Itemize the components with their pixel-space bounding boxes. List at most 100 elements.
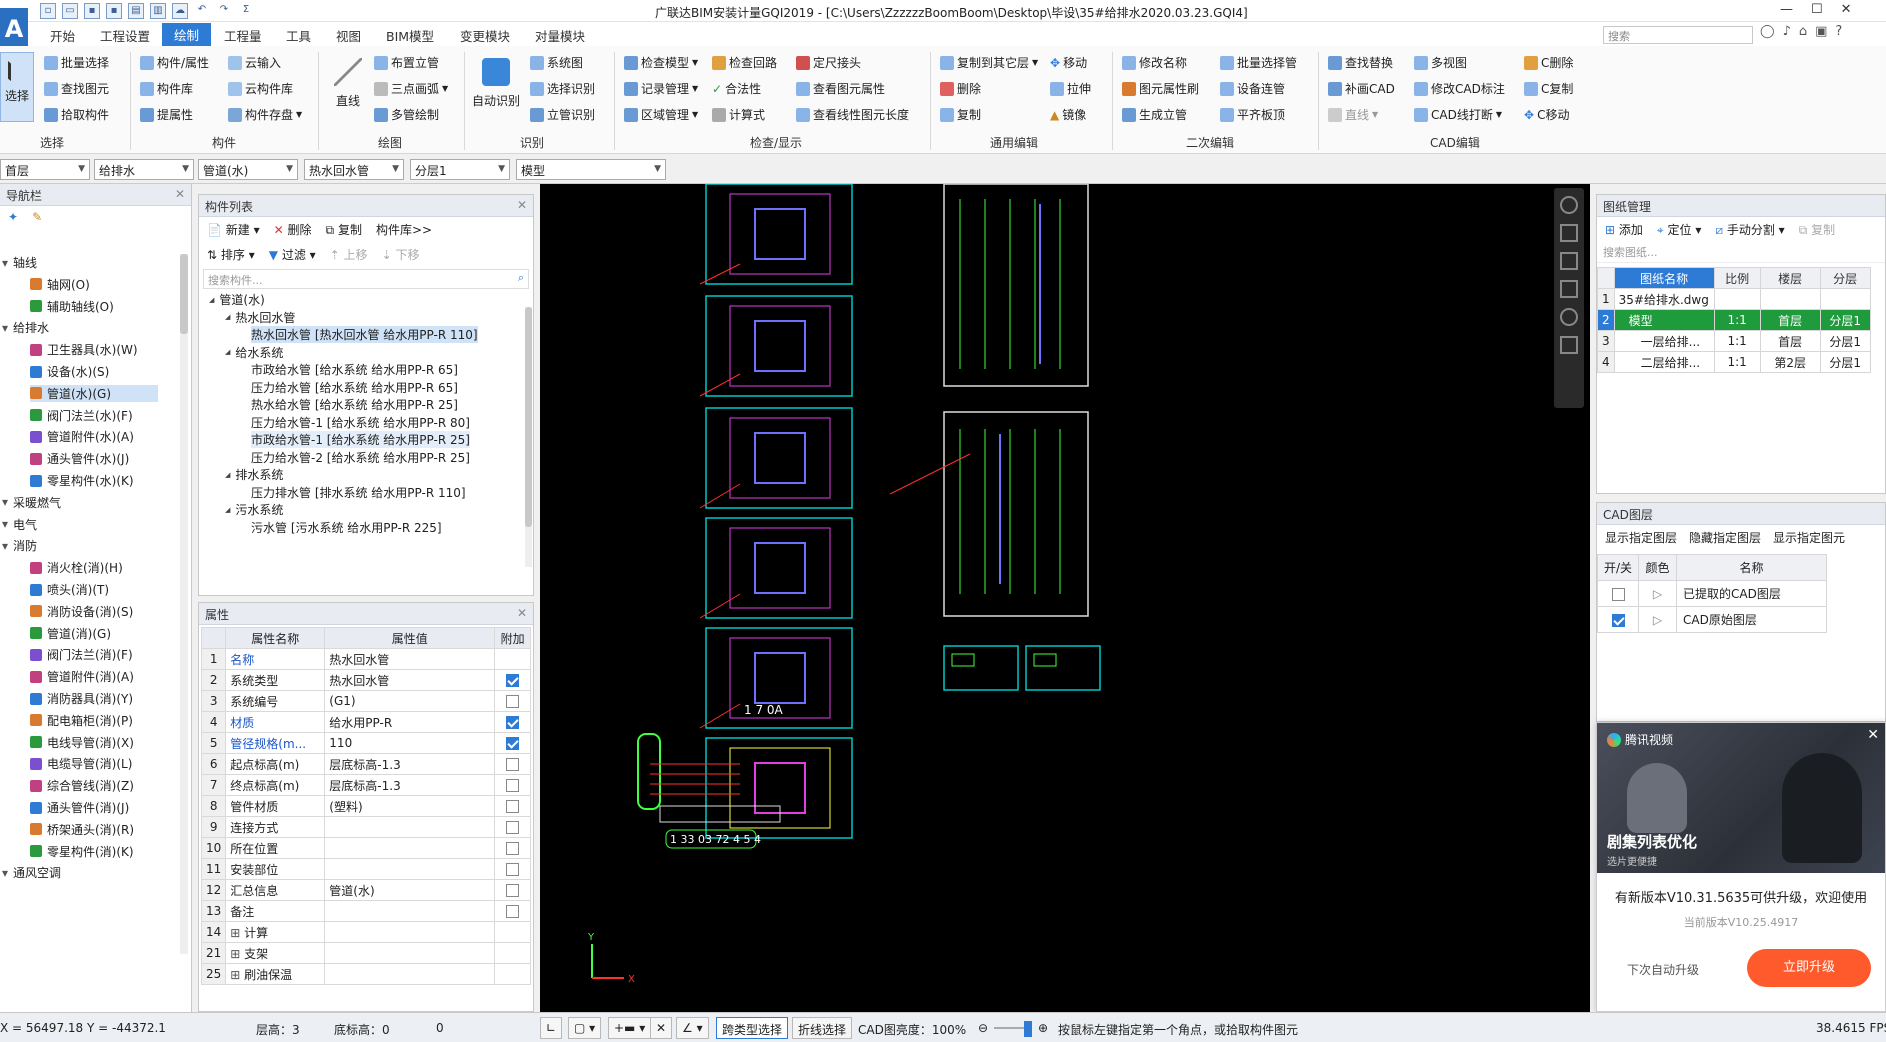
bell-icon[interactable]: ♪ — [1783, 24, 1791, 39]
component-group[interactable]: ◢ 管道(水) — [209, 291, 265, 308]
nav-item[interactable]: 设备(水)(S) — [30, 363, 109, 380]
component-library-button[interactable]: 构件库 — [140, 80, 193, 97]
collapse-arrow-icon[interactable]: ◢ — [225, 506, 230, 514]
delete-button[interactable]: ✕ 删除 — [274, 221, 312, 238]
type-select[interactable]: 管道(水) ▼ — [198, 159, 298, 180]
new-file-icon[interactable]: ▫ — [40, 3, 56, 19]
manual-split-button[interactable]: ⧄ 手动分割 ▾ — [1715, 221, 1784, 238]
show-element-button[interactable]: 显示指定图元 — [1773, 529, 1845, 546]
table-row[interactable]: 4 材质 给水用PP-R — [200, 711, 531, 733]
extra-checkbox[interactable] — [506, 842, 520, 855]
zoom-in-icon[interactable]: ⊕ — [1038, 1021, 1048, 1035]
table-row[interactable]: ▷ 已提取的CAD图层 — [1596, 580, 1828, 607]
snap-point-button[interactable]: +▬ ▾ — [608, 1017, 652, 1039]
nav-category[interactable]: ▾ 采暖燃气 — [2, 494, 61, 511]
component-group[interactable]: ◢ 热水回水管 — [225, 309, 295, 326]
check-model-button[interactable]: 检查模型 ▼ — [624, 54, 698, 71]
area-manage-button[interactable]: 区域管理 ▼ — [624, 106, 698, 123]
scrollbar-thumb[interactable] — [525, 307, 532, 527]
record-manage-button[interactable]: 记录管理 ▼ — [624, 80, 698, 97]
redraw-cad-button[interactable]: 补画CAD — [1328, 80, 1395, 97]
zoom-out-icon[interactable]: ⊖ — [978, 1021, 988, 1035]
close-icon[interactable]: ✕ — [175, 187, 185, 201]
detail-sheet[interactable] — [1025, 645, 1101, 691]
brightness-slider-thumb[interactable] — [1024, 1021, 1032, 1037]
property-value[interactable] — [324, 816, 496, 838]
property-value[interactable]: (塑料) — [324, 795, 496, 817]
nav-item[interactable]: 阀门法兰(水)(F) — [30, 407, 133, 424]
property-value[interactable] — [324, 963, 496, 985]
sort-button[interactable]: ⇅ 排序 ▾ — [207, 246, 255, 263]
discipline-select[interactable]: 给排水 ▼ — [94, 159, 194, 180]
table-row[interactable]: 3 一层给排... 1:1 首层 分层1 — [1597, 330, 1871, 352]
validity-button[interactable]: ✓ 合法性 — [712, 80, 761, 97]
cube-3d-icon[interactable] — [1560, 252, 1578, 270]
sum-icon[interactable]: Σ — [238, 3, 254, 19]
nav-item[interactable]: 喷头(消)(T) — [30, 581, 109, 598]
place-riser-button[interactable]: 布置立管 — [374, 54, 439, 71]
add-drawing-button[interactable]: ⊞ 添加 — [1605, 221, 1643, 238]
component-group[interactable]: ◢ 排水系统 — [225, 466, 283, 483]
property-value[interactable] — [324, 942, 496, 964]
extra-checkbox[interactable] — [506, 821, 520, 834]
sublayer-select[interactable]: 分层1 ▼ — [410, 159, 510, 180]
table-row[interactable]: 1 35#给排水.dwg — [1597, 288, 1871, 310]
expand-icon[interactable]: ▷ — [1638, 606, 1678, 633]
component-item[interactable]: 市政给水管-1 [给水系统 给水用PP-R 25] — [251, 431, 470, 448]
extra-checkbox[interactable] — [506, 716, 520, 729]
table-row[interactable]: 5 管径规格(m... 110 — [200, 732, 531, 754]
extra-checkbox[interactable] — [506, 884, 520, 897]
c-delete-button[interactable]: C删除 — [1524, 54, 1573, 71]
property-value[interactable] — [324, 900, 496, 922]
table-row[interactable]: 14 ⊞ 计算 — [200, 921, 531, 943]
table-row[interactable]: 12 汇总信息 管道(水) — [200, 879, 531, 901]
cad-canvas[interactable]: 1 7 0A 1 33 03 72 4 5 4 Y X — [540, 183, 1590, 1012]
edit-icon[interactable]: ✎ — [32, 210, 42, 224]
extra-checkbox[interactable] — [506, 674, 520, 687]
multi-pipe-draw-button[interactable]: 多管绘制 — [374, 106, 439, 123]
select-button[interactable]: 选择 — [0, 52, 34, 122]
component-scrollbar[interactable] — [525, 307, 532, 567]
print-icon[interactable]: ▤ — [128, 3, 144, 19]
table-row[interactable]: 6 起点标高(m) 层底标高-1.3 — [200, 753, 531, 775]
minimize-icon[interactable]: — — [1780, 2, 1793, 17]
new-button[interactable]: 📄 新建 ▾ — [207, 221, 260, 238]
hide-layer-button[interactable]: 隐藏指定图层 — [1689, 529, 1761, 546]
maximize-icon[interactable]: ☐ — [1811, 2, 1823, 17]
table-row[interactable]: 2 模型 1:1 首层 分层1 — [1597, 309, 1871, 331]
report-icon[interactable]: ▥ — [150, 3, 166, 19]
grid-icon[interactable] — [1560, 336, 1578, 354]
formula-button[interactable]: 计算式 — [712, 106, 765, 123]
extra-checkbox[interactable] — [506, 695, 520, 708]
save-as-icon[interactable]: ▪ — [106, 3, 122, 19]
move-up-button[interactable]: ⇡ 上移 — [330, 246, 368, 263]
locate-button[interactable]: ⌖ 定位 ▾ — [1657, 221, 1701, 238]
property-value[interactable] — [324, 858, 496, 880]
extra-checkbox[interactable] — [506, 800, 520, 813]
collapse-arrow-icon[interactable]: ◢ — [209, 296, 214, 304]
tab-start[interactable]: 开始 — [50, 26, 75, 45]
nav-item[interactable]: 管道附件(消)(A) — [30, 668, 134, 685]
tab-draw[interactable]: 绘制 — [162, 23, 212, 46]
nav-item[interactable]: 消火栓(消)(H) — [30, 559, 123, 576]
table-row[interactable]: 10 所在位置 — [200, 837, 531, 859]
property-value[interactable] — [324, 837, 496, 859]
tab-tools[interactable]: 工具 — [286, 26, 311, 45]
auto-identify-button[interactable]: 自动识别 — [470, 52, 522, 109]
nav-category[interactable]: ▾ 通风空调 — [2, 864, 61, 881]
ortho-icon[interactable]: ∟ — [540, 1017, 563, 1039]
help-search-input[interactable]: 搜索 — [1603, 26, 1753, 44]
rotate-icon[interactable] — [1560, 308, 1578, 326]
riser-identify-button[interactable]: 立管识别 — [530, 106, 595, 123]
toggle-cell[interactable] — [1596, 606, 1640, 633]
component-search-input[interactable]: 搜索构件... ⌕ — [203, 269, 529, 289]
collapse-arrow-icon[interactable]: ◢ — [225, 348, 230, 356]
property-value[interactable]: 热水回水管 — [324, 669, 496, 691]
layer-icon[interactable] — [1560, 280, 1578, 298]
table-row[interactable]: ▷ CAD原始图层 — [1596, 606, 1828, 633]
generate-riser-button[interactable]: 生成立管 — [1122, 106, 1187, 123]
view-element-property-button[interactable]: 查看图元属性 — [796, 80, 885, 97]
upgrade-button[interactable]: 立即升级 — [1747, 949, 1871, 987]
property-value[interactable]: 给水用PP-R — [324, 711, 496, 733]
open-file-icon[interactable]: ▭ — [62, 3, 78, 19]
